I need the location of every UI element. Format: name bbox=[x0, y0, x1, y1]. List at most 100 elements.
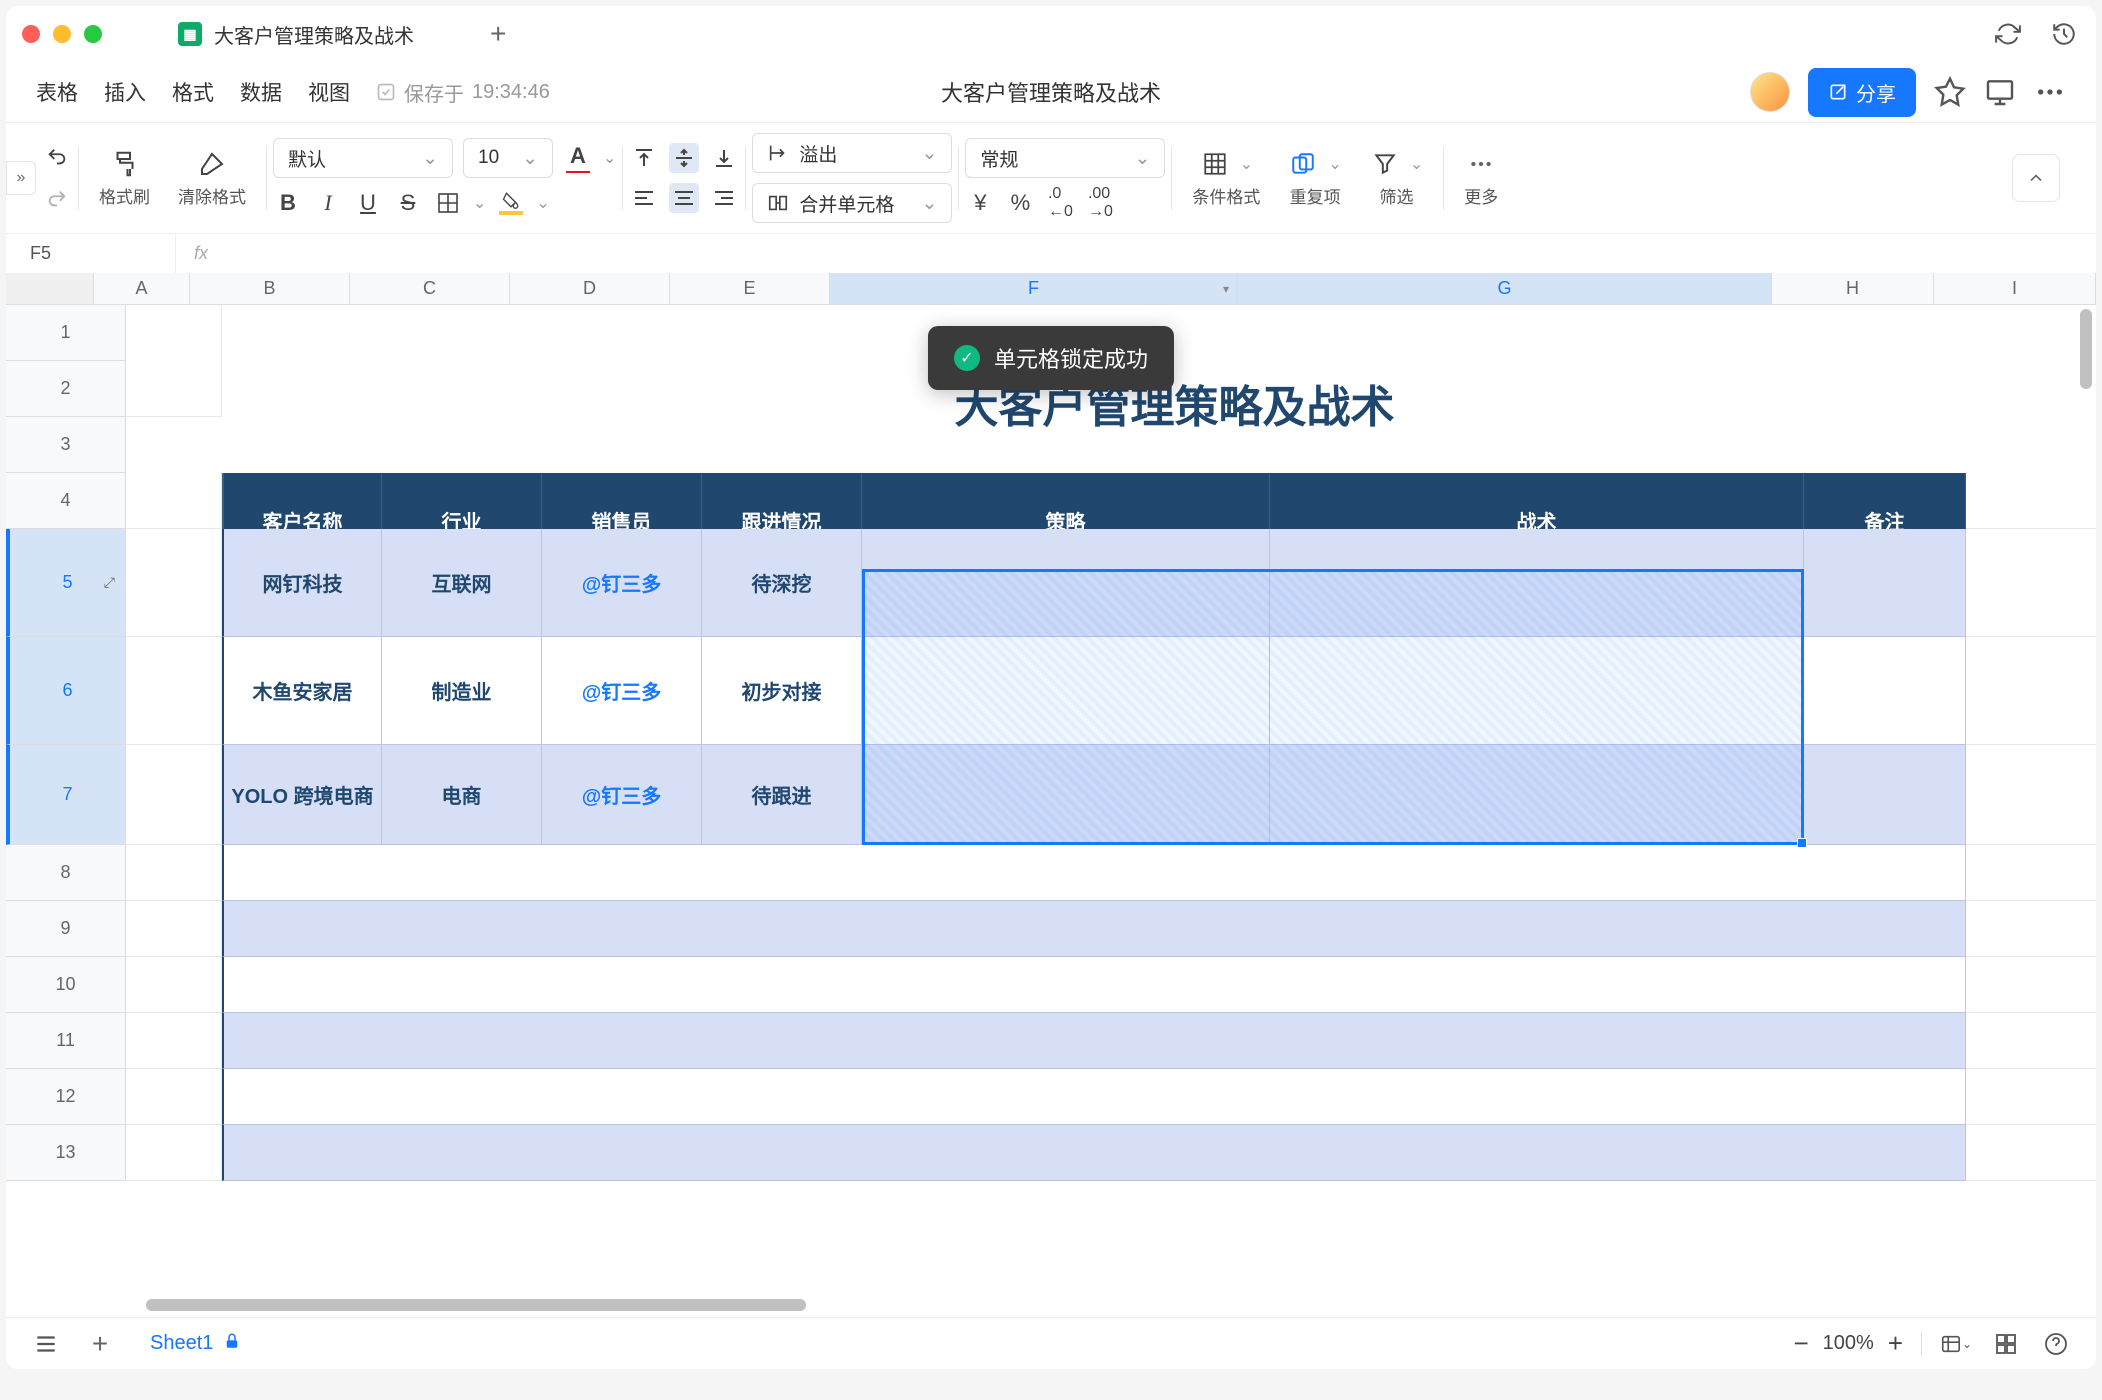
table-cell-r2-c1[interactable]: 制造业 bbox=[382, 637, 542, 745]
cell-a8[interactable] bbox=[126, 845, 222, 901]
row-header-8[interactable]: 8 bbox=[6, 845, 125, 901]
empty-row-12[interactable] bbox=[222, 1069, 1966, 1125]
cell-a6[interactable] bbox=[126, 637, 222, 745]
table-cell-r3-c1[interactable]: 电商 bbox=[382, 745, 542, 845]
star-icon[interactable] bbox=[1934, 76, 1966, 108]
empty-row-11[interactable] bbox=[222, 1013, 1966, 1069]
table-cell-r3-c3[interactable]: 待跟进 bbox=[702, 745, 862, 845]
row-header-11[interactable]: 11 bbox=[6, 1013, 125, 1069]
cell-i9[interactable] bbox=[1966, 901, 2096, 957]
col-header-H[interactable]: H bbox=[1772, 273, 1934, 304]
help-icon[interactable] bbox=[2040, 1328, 2072, 1360]
sidebar-expand-button[interactable]: » bbox=[6, 161, 36, 195]
cell-i7[interactable] bbox=[1966, 745, 2096, 845]
table-cell-r1-c4[interactable] bbox=[862, 529, 1270, 637]
italic-icon[interactable]: I bbox=[313, 188, 343, 218]
cell-i8[interactable] bbox=[1966, 845, 2096, 901]
table-cell-r1-c5[interactable] bbox=[1270, 529, 1804, 637]
toolbar-collapse-button[interactable] bbox=[2012, 154, 2060, 202]
share-button[interactable]: 分享 bbox=[1808, 68, 1916, 117]
table-cell-r1-c2[interactable]: @钉三多 bbox=[542, 529, 702, 637]
align-center-icon[interactable] bbox=[669, 183, 699, 213]
cell-a9[interactable] bbox=[126, 901, 222, 957]
valign-top-icon[interactable] bbox=[629, 143, 659, 173]
close-window-button[interactable] bbox=[22, 25, 40, 43]
bold-icon[interactable]: B bbox=[273, 188, 303, 218]
table-cell-r2-c0[interactable]: 木鱼安家居 bbox=[222, 637, 382, 745]
row-header-7[interactable]: 7 bbox=[6, 745, 125, 845]
valign-middle-icon[interactable] bbox=[669, 143, 699, 173]
table-cell-r2-c2[interactable]: @钉三多 bbox=[542, 637, 702, 745]
sync-icon[interactable] bbox=[1992, 18, 2024, 50]
zoom-in-button[interactable]: + bbox=[1888, 1328, 1903, 1359]
document-tab[interactable]: ▦ 大客户管理策略及战术 bbox=[162, 12, 430, 57]
font-color-icon[interactable]: A bbox=[563, 143, 593, 173]
sheet-tab[interactable]: Sheet1 bbox=[138, 1324, 253, 1364]
clear-format-icon[interactable] bbox=[197, 149, 227, 179]
decimal-decrease-icon[interactable]: .0←0 bbox=[1045, 188, 1075, 218]
cell-a11[interactable] bbox=[126, 1013, 222, 1069]
user-avatar[interactable] bbox=[1750, 72, 1790, 112]
align-right-icon[interactable] bbox=[709, 183, 739, 213]
cell-a4[interactable] bbox=[126, 473, 222, 529]
cell-i11[interactable] bbox=[1966, 1013, 2096, 1069]
number-format-select[interactable]: 常规⌄ bbox=[965, 138, 1165, 178]
cell-a10[interactable] bbox=[126, 957, 222, 1013]
empty-row-8[interactable] bbox=[222, 845, 1966, 901]
row-header-10[interactable]: 10 bbox=[6, 957, 125, 1013]
table-cell-r2-c3[interactable]: 初步对接 bbox=[702, 637, 862, 745]
filter-icon[interactable] bbox=[1370, 149, 1400, 179]
decimal-increase-icon[interactable]: .00→0 bbox=[1085, 188, 1115, 218]
col-header-D[interactable]: D bbox=[510, 273, 670, 304]
undo-icon[interactable] bbox=[42, 142, 72, 172]
table-cell-r3-c2[interactable]: @钉三多 bbox=[542, 745, 702, 845]
view-mode-icon[interactable]: ⌄ bbox=[1940, 1328, 1972, 1360]
menu-table[interactable]: 表格 bbox=[36, 77, 78, 107]
cell-i10[interactable] bbox=[1966, 957, 2096, 1013]
cell-a12[interactable] bbox=[126, 1069, 222, 1125]
col-header-G[interactable]: G bbox=[1238, 273, 1772, 304]
table-cell-r3-c5[interactable] bbox=[1270, 745, 1804, 845]
grid-view-icon[interactable] bbox=[1990, 1328, 2022, 1360]
table-cell-r2-c5[interactable] bbox=[1270, 637, 1804, 745]
row-header-4[interactable]: 4 bbox=[6, 473, 125, 529]
row-header-1[interactable]: 1 bbox=[6, 305, 125, 361]
add-sheet-icon[interactable]: + bbox=[84, 1328, 116, 1360]
cell-i13[interactable] bbox=[1966, 1125, 2096, 1181]
menu-data[interactable]: 数据 bbox=[240, 77, 282, 107]
horizontal-scrollbar[interactable] bbox=[146, 1299, 806, 1311]
spreadsheet-grid[interactable]: ABCDEF▾GHI 12345⤢678910111213 大客户管理策略及战术… bbox=[6, 273, 2096, 1317]
duplicates-icon[interactable] bbox=[1288, 149, 1318, 179]
font-family-select[interactable]: 默认⌄ bbox=[273, 138, 453, 178]
row-header-12[interactable]: 12 bbox=[6, 1069, 125, 1125]
table-cell-r1-c0[interactable]: 网钉科技 bbox=[222, 529, 382, 637]
table-cell-r3-c0[interactable]: YOLO 跨境电商 bbox=[222, 745, 382, 845]
new-tab-button[interactable]: + bbox=[490, 18, 506, 50]
percent-icon[interactable]: % bbox=[1005, 188, 1035, 218]
col-header-F[interactable]: F▾ bbox=[830, 273, 1238, 304]
row-header-9[interactable]: 9 bbox=[6, 901, 125, 957]
font-color-dropdown[interactable]: ⌄ bbox=[603, 148, 616, 168]
currency-icon[interactable]: ¥ bbox=[965, 188, 995, 218]
valign-bottom-icon[interactable] bbox=[709, 143, 739, 173]
text-overflow-select[interactable]: 溢出⌄ bbox=[752, 133, 952, 173]
align-left-icon[interactable] bbox=[629, 183, 659, 213]
table-cell-r3-c4[interactable] bbox=[862, 745, 1270, 845]
history-icon[interactable] bbox=[2048, 18, 2080, 50]
fill-color-dropdown[interactable]: ⌄ bbox=[536, 193, 549, 213]
row-header-5[interactable]: 5⤢ bbox=[6, 529, 125, 637]
more-menu-icon[interactable] bbox=[2034, 76, 2066, 108]
table-cell-r1-c3[interactable]: 待深挖 bbox=[702, 529, 862, 637]
menu-view[interactable]: 视图 bbox=[308, 77, 350, 107]
row-header-6[interactable]: 6 bbox=[6, 637, 125, 745]
cell-a1[interactable] bbox=[126, 305, 222, 417]
minimize-window-button[interactable] bbox=[53, 25, 71, 43]
row-header-2[interactable]: 2 bbox=[6, 361, 125, 417]
row-header-13[interactable]: 13 bbox=[6, 1125, 125, 1181]
col-header-C[interactable]: C bbox=[350, 273, 510, 304]
cell-reference-box[interactable]: F5 bbox=[6, 234, 176, 273]
maximize-window-button[interactable] bbox=[84, 25, 102, 43]
format-painter-icon[interactable] bbox=[110, 149, 140, 179]
col-header-I[interactable]: I bbox=[1934, 273, 2096, 304]
present-icon[interactable] bbox=[1984, 76, 2016, 108]
